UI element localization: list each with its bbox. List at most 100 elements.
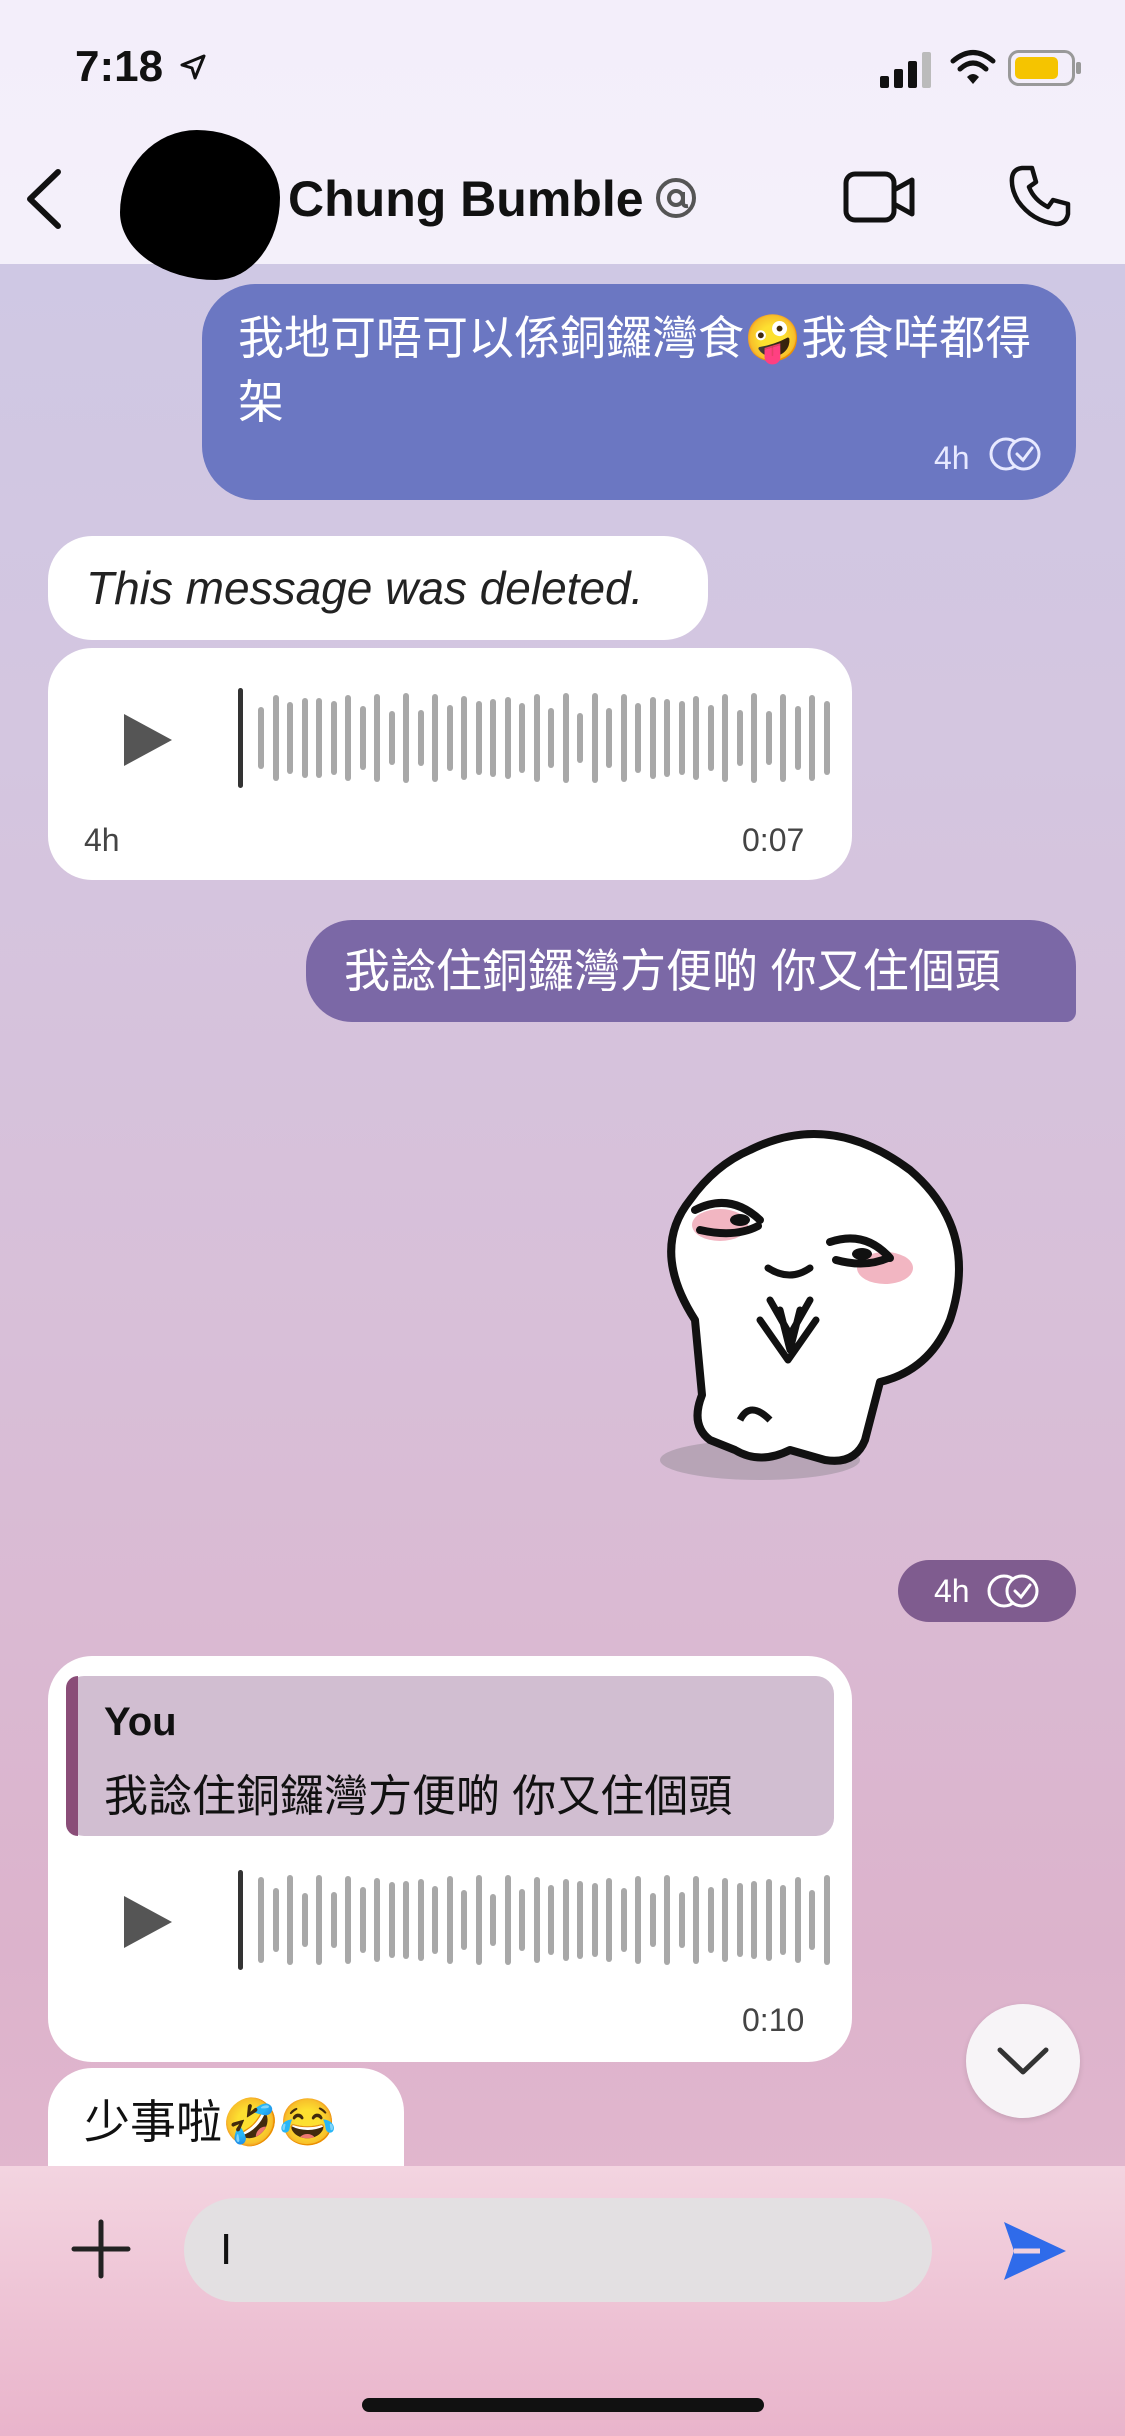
waveform-bar bbox=[258, 707, 264, 769]
waveform-bar bbox=[272, 1888, 279, 1952]
back-chevron-icon[interactable] bbox=[22, 168, 66, 230]
battery-icon bbox=[1008, 50, 1081, 86]
waveform-bar bbox=[475, 700, 482, 776]
phone-call-icon[interactable] bbox=[1008, 164, 1072, 228]
deleted-message-text: This message was deleted. bbox=[86, 562, 644, 614]
waveform-bar bbox=[533, 1876, 540, 1964]
waveform-bar bbox=[736, 710, 743, 766]
waveform-bar bbox=[765, 710, 772, 766]
waveform-bar bbox=[519, 703, 525, 773]
waveform-bar bbox=[417, 1878, 424, 1962]
deleted-message[interactable]: This message was deleted. bbox=[48, 536, 708, 640]
waveform-bar bbox=[490, 1894, 496, 1946]
waveform-bar bbox=[635, 703, 641, 773]
message-input[interactable] bbox=[184, 2198, 932, 2302]
waveform-bar bbox=[446, 1876, 453, 1964]
waveform-bar bbox=[330, 1891, 337, 1949]
waveform-bar bbox=[678, 1892, 685, 1948]
waveform-bar bbox=[374, 693, 380, 783]
message-time: 4h bbox=[84, 822, 120, 858]
waveform-bar bbox=[736, 1882, 743, 1958]
waveform-bar bbox=[504, 1875, 511, 1965]
waveform-bar bbox=[316, 1875, 322, 1965]
waveform-bar bbox=[446, 705, 453, 771]
waveform-bar bbox=[635, 1875, 641, 1965]
waveform-bar bbox=[693, 695, 699, 781]
waveform-bar bbox=[432, 1885, 438, 1955]
waveform-bar bbox=[359, 1886, 366, 1954]
contact-name[interactable]: Chung Bumble bbox=[288, 170, 644, 228]
waveform-bar bbox=[577, 1880, 583, 1960]
waveform-bar bbox=[620, 694, 627, 782]
waveform-bar bbox=[591, 693, 598, 783]
waveform[interactable] bbox=[238, 1870, 838, 1970]
waveform-bar bbox=[693, 1875, 699, 1965]
outgoing-message[interactable]: 我諗住銅鑼灣方便啲 你又住個頭 bbox=[306, 920, 1076, 1022]
waveform-bar bbox=[591, 1883, 598, 1957]
waveform-bar bbox=[519, 1889, 525, 1951]
waveform-bar bbox=[301, 1893, 308, 1947]
read-receipt-icon bbox=[989, 437, 1041, 471]
waveform-bar bbox=[504, 697, 511, 779]
waveform-bar bbox=[649, 1892, 656, 1948]
cellular-signal-icon bbox=[880, 52, 931, 88]
waveform-bar bbox=[548, 707, 554, 769]
message-time: 4h bbox=[934, 440, 970, 476]
waveform[interactable] bbox=[238, 688, 838, 788]
outgoing-message[interactable]: 我地可唔可以係銅鑼灣食🤪我食咩都得架 4h bbox=[202, 284, 1076, 500]
quote-text: 我諗住銅鑼灣方便啲 你又住個頭 bbox=[104, 1772, 733, 1821]
waveform-bar bbox=[780, 693, 786, 783]
waveform-bar bbox=[765, 1879, 772, 1961]
play-icon[interactable] bbox=[120, 1892, 176, 1952]
waveform-bar bbox=[577, 712, 583, 763]
quoted-message[interactable]: You 我諗住銅鑼灣方便啲 你又住個頭 bbox=[66, 1676, 834, 1836]
waveform-bar bbox=[359, 705, 366, 771]
home-indicator bbox=[362, 2398, 764, 2412]
waveform-bar bbox=[316, 698, 322, 778]
sticker-timestamp: 4h bbox=[898, 1560, 1076, 1622]
waveform-bar bbox=[823, 701, 830, 775]
message-text: 我諗住銅鑼灣方便啲 你又住個頭 bbox=[344, 945, 1001, 997]
waveform-bar bbox=[272, 694, 279, 782]
voice-message[interactable]: 4h 0:07 bbox=[48, 648, 852, 880]
quote-author: You bbox=[104, 1700, 177, 1744]
waveform-bar bbox=[562, 693, 569, 783]
add-attachment-icon[interactable] bbox=[70, 2218, 132, 2280]
sticker-image[interactable] bbox=[640, 1120, 1000, 1500]
waveform-bar bbox=[562, 1879, 569, 1961]
message-text: 少事啦🤣😂 bbox=[84, 2096, 337, 2148]
waveform-bar bbox=[475, 1875, 482, 1965]
waveform-bar bbox=[432, 693, 438, 783]
waveform-bar bbox=[345, 695, 351, 781]
voice-duration: 0:07 bbox=[742, 822, 805, 858]
read-receipt-icon bbox=[987, 1574, 1039, 1608]
waveform-bar bbox=[461, 1890, 467, 1950]
waveform-bar bbox=[258, 1877, 264, 1963]
waveform-bar bbox=[287, 702, 293, 774]
waveform-bar bbox=[403, 1881, 409, 1959]
waveform-bar bbox=[301, 697, 308, 779]
playhead-line bbox=[238, 1870, 243, 1970]
location-arrow-icon bbox=[180, 54, 206, 80]
waveform-bar bbox=[345, 1875, 351, 1965]
waveform-bar bbox=[809, 1889, 815, 1951]
send-icon[interactable] bbox=[1000, 2218, 1070, 2284]
wifi-icon bbox=[950, 50, 996, 84]
waveform-bar bbox=[606, 1877, 612, 1963]
waveform-bar bbox=[388, 1882, 395, 1958]
waveform-bar bbox=[417, 710, 424, 766]
scroll-to-bottom-button[interactable] bbox=[966, 2004, 1080, 2118]
waveform-bar bbox=[330, 701, 337, 775]
chevron-down-icon bbox=[997, 2047, 1049, 2075]
quote-accent-bar bbox=[66, 1676, 78, 1836]
play-icon[interactable] bbox=[120, 710, 176, 770]
video-call-icon[interactable] bbox=[843, 168, 915, 226]
message-text: 我地可唔可以係銅鑼灣食🤪我食咩都得架 bbox=[238, 312, 1032, 428]
contact-avatar[interactable] bbox=[120, 130, 280, 280]
username-at-icon bbox=[656, 178, 696, 218]
waveform-bar bbox=[403, 693, 409, 783]
waveform-bar bbox=[606, 707, 612, 769]
waveform-bar bbox=[823, 1875, 830, 1965]
waveform-bar bbox=[809, 695, 815, 781]
waveform-bar bbox=[649, 697, 656, 779]
